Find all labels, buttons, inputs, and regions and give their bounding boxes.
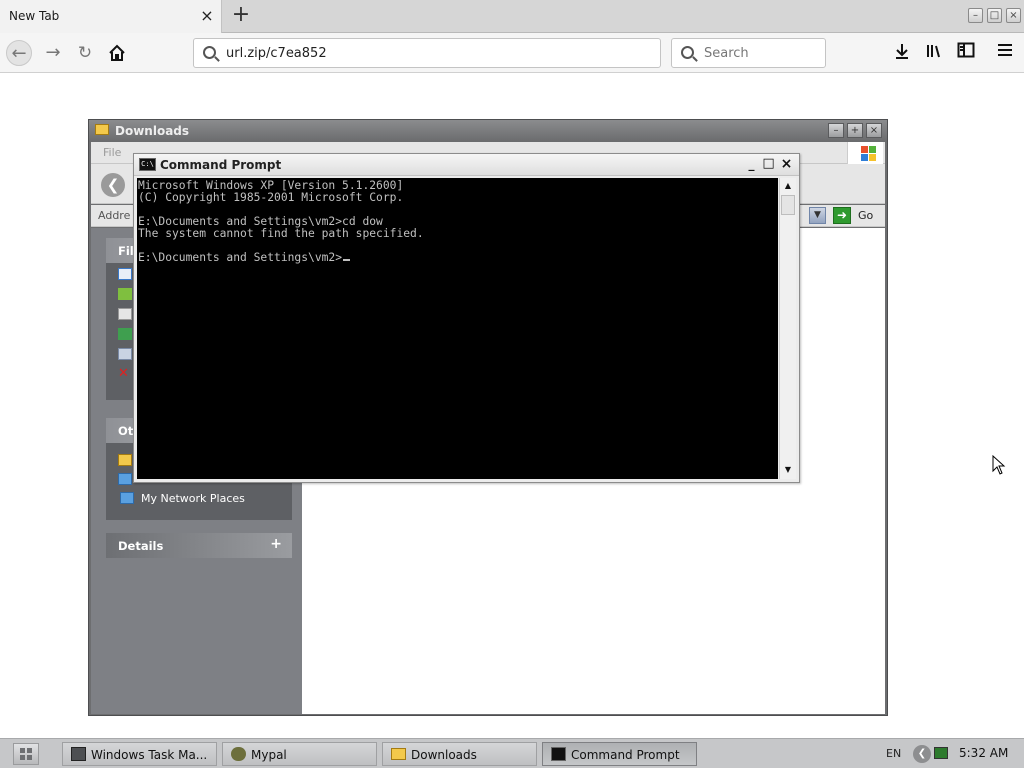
console-scrollbar[interactable]: ▲ ▼ [779, 178, 796, 479]
library-icon[interactable] [923, 42, 945, 64]
search-placeholder: Search [704, 46, 749, 61]
address-dropdown-icon[interactable]: ▼ [809, 207, 826, 224]
search-box[interactable]: Search [671, 38, 826, 68]
search-icon [203, 46, 216, 59]
go-arrow-icon[interactable]: ➜ [833, 207, 851, 224]
home-icon [109, 44, 125, 61]
delete-icon[interactable]: ✕ [118, 367, 132, 380]
taskbar-item-command-prompt[interactable]: Command Prompt [542, 742, 697, 766]
downloads-minimize-button[interactable]: – [828, 123, 844, 138]
details-header[interactable]: Details + [106, 533, 292, 558]
details-label: Details [118, 539, 164, 553]
taskbar-item-mypal[interactable]: Mypal [222, 742, 377, 766]
taskbar: Windows Task Ma... Mypal Downloads Comma… [0, 738, 1024, 768]
folder-icon[interactable] [118, 454, 132, 466]
taskbar-item-label: Command Prompt [571, 748, 680, 762]
scroll-down-icon[interactable]: ▼ [780, 462, 796, 478]
console-line: (C) Copyright 1985-2001 Microsoft Corp. [138, 191, 404, 204]
publish-icon[interactable] [118, 288, 132, 300]
command-prompt-window: C:\ Command Prompt _ □ × Microsoft Windo… [133, 153, 800, 483]
console-output[interactable]: Microsoft Windows XP [Version 5.1.2600] … [137, 178, 778, 479]
browser-minimize-button[interactable]: – [968, 8, 983, 23]
text-cursor [343, 259, 351, 261]
downloads-titlebar[interactable]: Downloads – + × [89, 120, 887, 142]
forward-button[interactable]: → [40, 40, 66, 66]
network-places-icon[interactable] [120, 492, 134, 504]
mouse-pointer-icon [992, 455, 1006, 475]
go-button-label[interactable]: Go [858, 209, 873, 222]
taskbar-item-label: Downloads [411, 748, 477, 762]
search-icon [681, 46, 694, 59]
console-prompt: E:\Documents and Settings\vm2> [138, 251, 343, 264]
sidebar-icon[interactable] [955, 42, 977, 64]
start-menu-button[interactable] [13, 743, 39, 765]
browser-close-button[interactable]: × [1006, 8, 1021, 23]
cmd-minimize-button[interactable]: _ [744, 157, 759, 172]
reload-icon: ↻ [77, 43, 93, 63]
menu-file[interactable]: File [103, 146, 121, 159]
url-text: url.zip/c7ea852 [226, 46, 327, 61]
download-icon[interactable] [891, 42, 913, 64]
cmd-icon [551, 747, 566, 761]
downloads-close-button[interactable]: × [866, 123, 882, 138]
cmd-maximize-button[interactable]: □ [761, 157, 776, 172]
explorer-back-button[interactable]: ❮ [101, 173, 125, 197]
cmd-icon: C:\ [139, 158, 156, 171]
menu-icon[interactable] [994, 42, 1016, 64]
folder-icon [391, 748, 406, 760]
scroll-up-icon[interactable]: ▲ [780, 178, 796, 194]
task-manager-icon [71, 747, 86, 761]
address-label: Addre [98, 209, 131, 222]
command-prompt-title: Command Prompt [160, 158, 282, 172]
tray-expand-icon[interactable]: ❮ [913, 745, 931, 763]
taskbar-item-task-manager[interactable]: Windows Task Ma... [62, 742, 217, 766]
tab-title: New Tab [9, 9, 60, 23]
details-panel: Details + [106, 533, 292, 559]
email-icon[interactable] [118, 348, 132, 360]
navigation-toolbar: ← → ↻ url.zip/c7ea852 Search [0, 33, 1024, 73]
cmd-close-button[interactable]: × [779, 157, 794, 172]
reload-button[interactable]: ↻ [72, 40, 98, 66]
tab-strip: New Tab × + – □ × [0, 0, 1024, 33]
taskbar-item-label: Mypal [251, 748, 287, 762]
tab-new-tab[interactable]: New Tab × [0, 0, 222, 33]
new-folder-icon[interactable] [118, 268, 132, 280]
folder-icon [95, 124, 109, 135]
browser-maximize-button[interactable]: □ [987, 8, 1002, 23]
url-bar[interactable]: url.zip/c7ea852 [193, 38, 661, 68]
command-prompt-titlebar[interactable]: C:\ Command Prompt _ □ × [134, 154, 799, 176]
computer-icon[interactable] [118, 473, 132, 485]
console-line: The system cannot find the path specifie… [138, 227, 424, 240]
language-indicator[interactable]: EN [886, 747, 901, 760]
network-places-link[interactable]: My Network Places [141, 492, 245, 505]
mypal-icon [231, 747, 246, 761]
downloads-maximize-button[interactable]: + [847, 123, 863, 138]
clock[interactable]: 5:32 AM [959, 746, 1008, 760]
home-button[interactable] [104, 40, 130, 66]
back-button[interactable]: ← [6, 40, 32, 66]
windows-logo-icon [847, 142, 883, 164]
back-arrow-icon: ← [11, 43, 27, 64]
scroll-thumb[interactable] [781, 195, 795, 215]
taskbar-item-label: Windows Task Ma... [91, 748, 208, 762]
console-prompt-line: E:\Documents and Settings\vm2> [138, 251, 351, 264]
new-tab-button[interactable]: + [229, 4, 253, 28]
downloads-title: Downloads [115, 124, 190, 138]
forward-arrow-icon: → [45, 42, 61, 63]
tab-close-icon[interactable]: × [199, 7, 215, 25]
copy-icon[interactable] [118, 308, 132, 320]
display-tray-icon[interactable] [934, 747, 948, 759]
taskbar-item-downloads[interactable]: Downloads [382, 742, 537, 766]
expand-icon[interactable]: + [270, 536, 282, 552]
web-icon[interactable] [118, 328, 132, 340]
